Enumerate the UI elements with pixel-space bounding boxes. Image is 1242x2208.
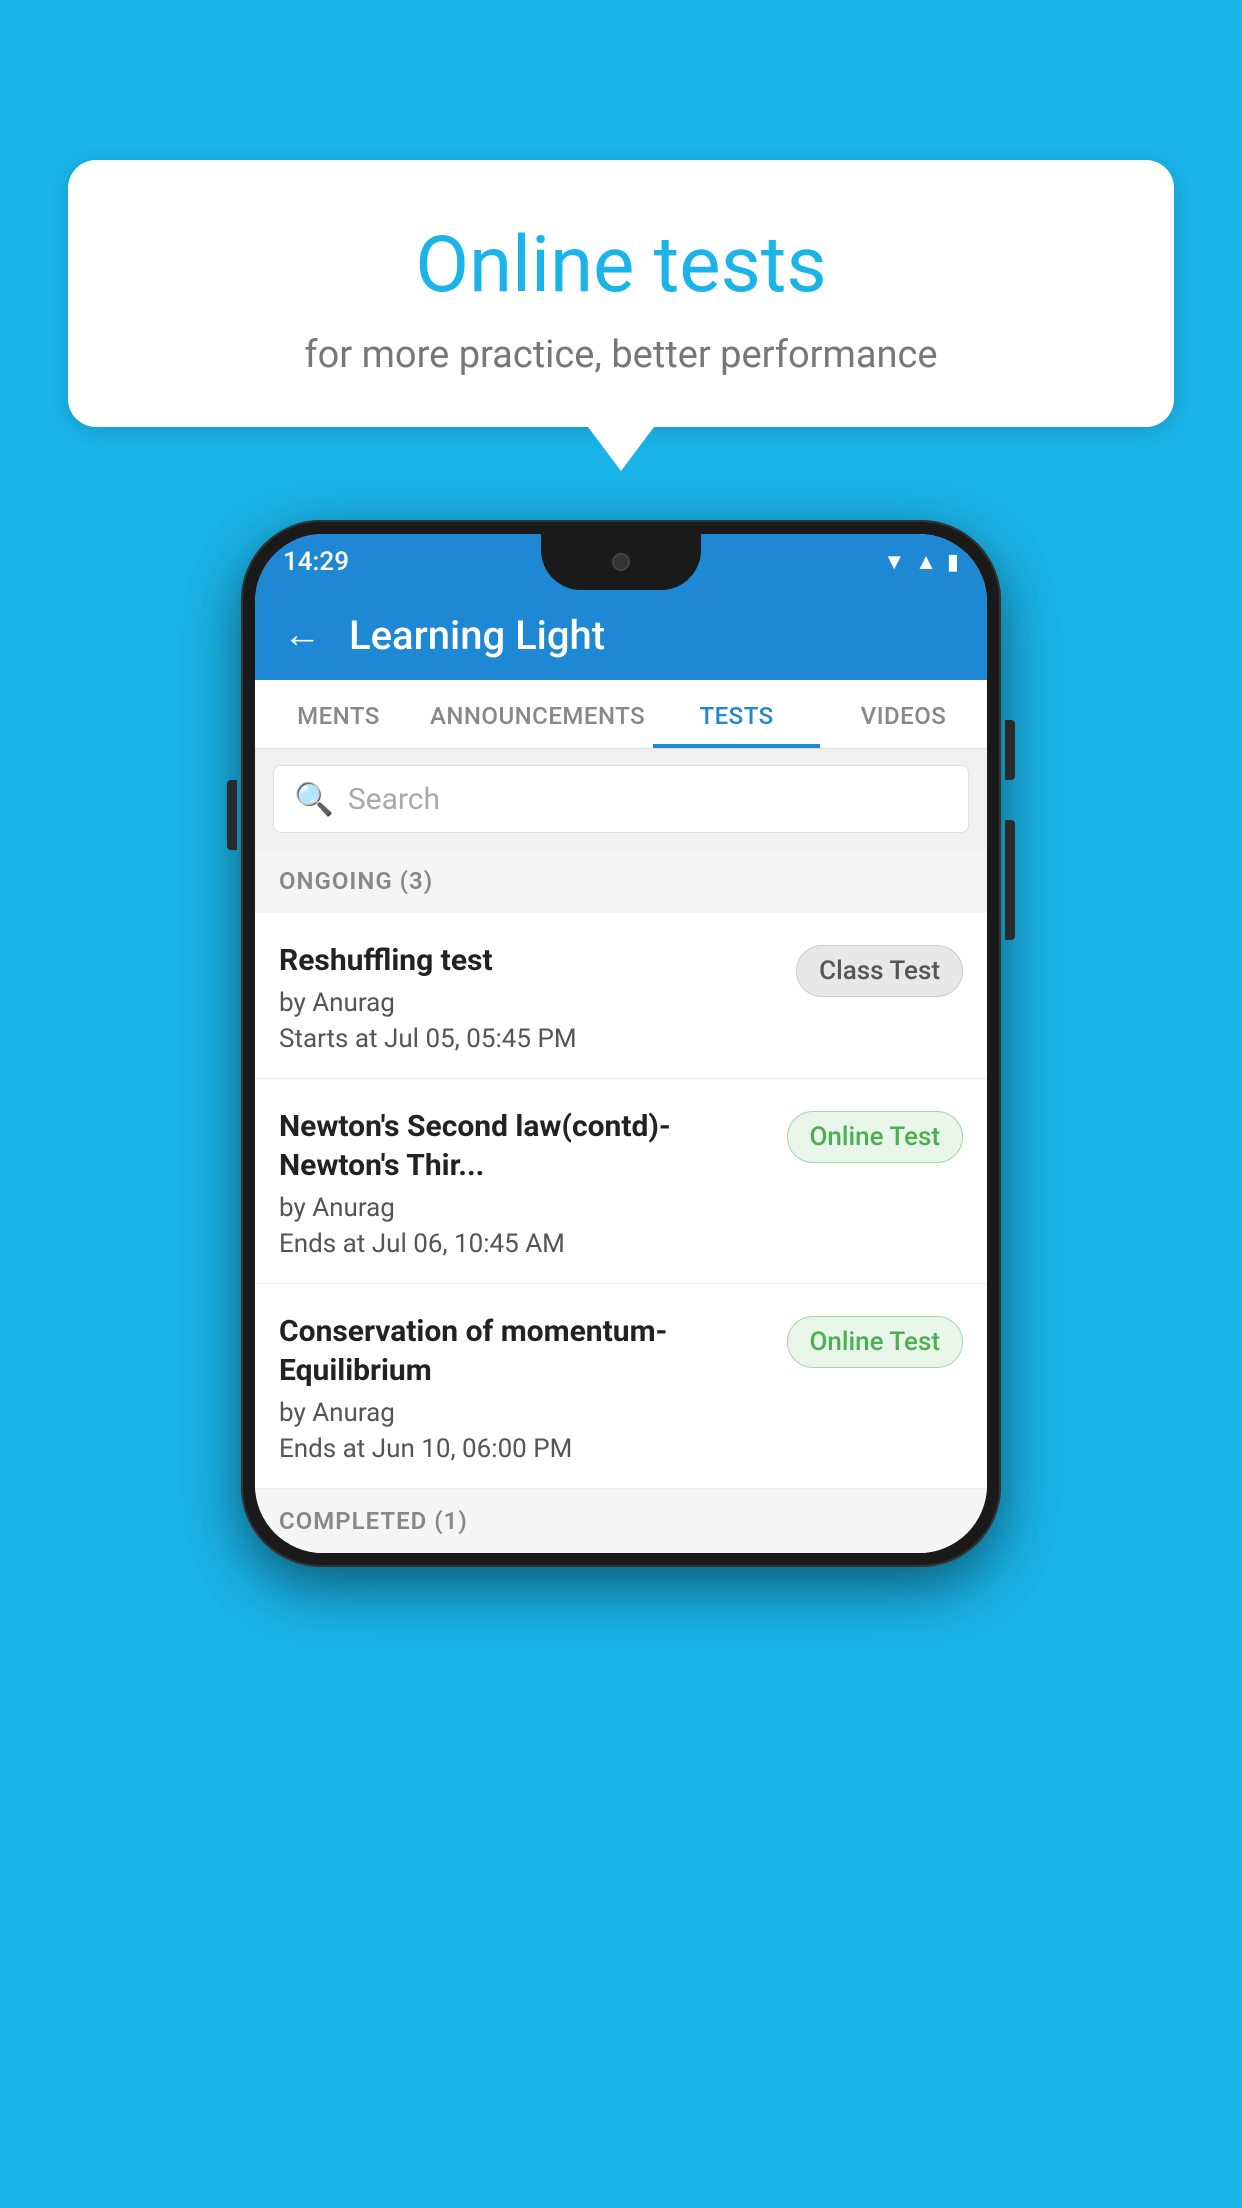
tabs-bar: MENTS ANNOUNCEMENTS TESTS VIDEOS — [255, 680, 987, 749]
test-author-3: by Anurag — [279, 1398, 771, 1428]
phone-screen: 14:29 ▼ ▲ ▮ ← Learning Light MENTS — [255, 534, 987, 1553]
search-container: 🔍 Search — [255, 749, 987, 849]
power-button — [1005, 720, 1015, 780]
front-camera — [612, 553, 630, 571]
back-button[interactable]: ← — [283, 613, 321, 657]
test-badge-1: Class Test — [796, 945, 963, 997]
status-bar: 14:29 ▼ ▲ ▮ — [255, 534, 987, 590]
test-badge-2: Online Test — [787, 1111, 964, 1163]
test-date-1: Starts at Jul 05, 05:45 PM — [279, 1024, 780, 1054]
app-title: Learning Light — [349, 612, 605, 659]
phone-mockup: 14:29 ▼ ▲ ▮ ← Learning Light MENTS — [241, 520, 1001, 1567]
wifi-icon: ▼ — [883, 549, 905, 575]
completed-section-header: COMPLETED (1) — [255, 1489, 987, 1553]
test-date-2: Ends at Jul 06, 10:45 AM — [279, 1229, 771, 1259]
test-info-1: Reshuffling test by Anurag Starts at Jul… — [279, 941, 780, 1054]
search-icon: 🔍 — [294, 780, 334, 818]
test-list: Reshuffling test by Anurag Starts at Jul… — [255, 913, 987, 1489]
test-author-2: by Anurag — [279, 1193, 771, 1223]
test-author-1: by Anurag — [279, 988, 780, 1018]
ongoing-section-header: ONGOING (3) — [255, 849, 987, 913]
test-item-2[interactable]: Newton's Second law(contd)-Newton's Thir… — [255, 1079, 987, 1284]
tab-ments[interactable]: MENTS — [255, 680, 422, 748]
search-placeholder: Search — [348, 782, 440, 817]
test-name-2: Newton's Second law(contd)-Newton's Thir… — [279, 1107, 771, 1185]
phone-shell: 14:29 ▼ ▲ ▮ ← Learning Light MENTS — [241, 520, 1001, 1567]
test-info-3: Conservation of momentum-Equilibrium by … — [279, 1312, 771, 1464]
app-header: ← Learning Light — [255, 590, 987, 680]
test-item-1[interactable]: Reshuffling test by Anurag Starts at Jul… — [255, 913, 987, 1079]
test-name-3: Conservation of momentum-Equilibrium — [279, 1312, 771, 1390]
battery-icon: ▮ — [947, 550, 959, 575]
volume-down-button — [1005, 820, 1015, 940]
promo-subtitle: for more practice, better performance — [108, 333, 1134, 377]
volume-button — [227, 780, 237, 850]
status-icons: ▼ ▲ ▮ — [883, 549, 959, 575]
promo-title: Online tests — [108, 220, 1134, 311]
search-box[interactable]: 🔍 Search — [273, 765, 969, 833]
test-name-1: Reshuffling test — [279, 941, 780, 980]
tab-videos[interactable]: VIDEOS — [820, 680, 987, 748]
test-badge-3: Online Test — [787, 1316, 964, 1368]
test-info-2: Newton's Second law(contd)-Newton's Thir… — [279, 1107, 771, 1259]
status-time: 14:29 — [283, 547, 349, 577]
test-item-3[interactable]: Conservation of momentum-Equilibrium by … — [255, 1284, 987, 1489]
phone-notch — [541, 534, 701, 590]
promo-card: Online tests for more practice, better p… — [68, 160, 1174, 427]
tab-announcements[interactable]: ANNOUNCEMENTS — [422, 680, 653, 748]
signal-icon: ▲ — [915, 549, 937, 575]
test-date-3: Ends at Jun 10, 06:00 PM — [279, 1434, 771, 1464]
tab-tests[interactable]: TESTS — [653, 680, 820, 748]
